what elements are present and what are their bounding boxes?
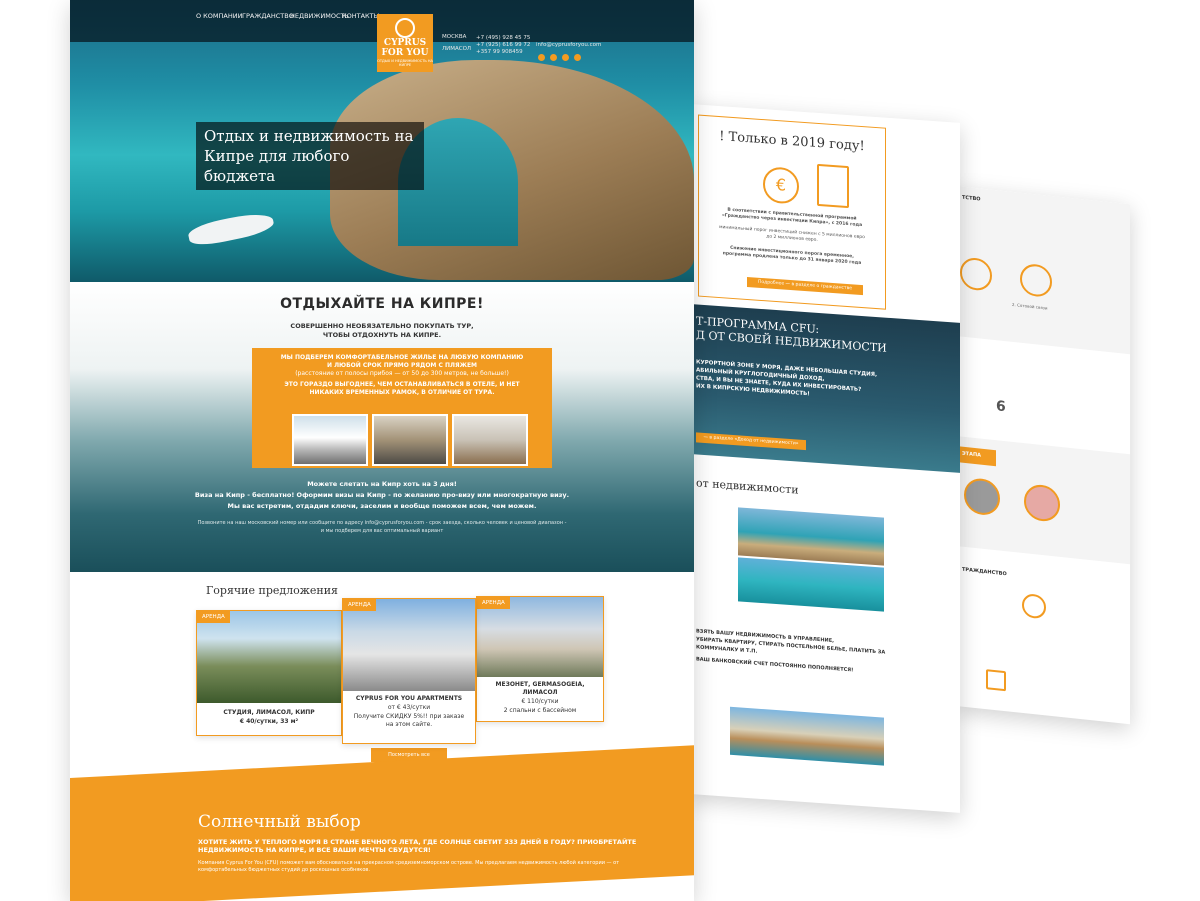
citizenship-more-button[interactable]: Подробнее — в разделе о гражданстве <box>747 276 863 296</box>
citizenship-title: ! Только в 2019 году! <box>719 129 865 155</box>
offer-card-tag: АРЕНДА <box>197 611 230 623</box>
investment-text: КУРОРТНОЙ ЗОНЕ У МОРЯ, ДАЖЕ НЕБОЛЬШАЯ СТ… <box>696 358 936 407</box>
offer-line-1: МЫ ПОДБЕРЕМ КОМФОРТАБЕЛЬНОЕ ЖИЛЬЕ НА ЛЮБ… <box>280 354 524 361</box>
offer-card-apartments[interactable]: АРЕНДА CYPRUS FOR YOU APARTMENTS от € 43… <box>342 598 476 744</box>
offer-card-maisonette[interactable]: АРЕНДА МЕЗОНЕТ, GERMASOGEIA, ЛИМАСОЛ € 1… <box>476 596 604 722</box>
offer-card-title: МЕЗОНЕТ, GERMASOGEIA, <box>495 681 585 688</box>
nav-property[interactable]: НЕДВИЖИМОСТЬ <box>290 12 349 20</box>
nav-citizenship[interactable]: ГРАЖДАНСТВО <box>242 12 294 20</box>
investment-more-button[interactable]: — в разделе «Доход от недвижимости» <box>696 432 806 451</box>
hot-offers-title: Горячие предложения <box>206 584 338 597</box>
offer-card-photo <box>477 597 603 677</box>
sunny-body-text: Компания Cyprus For You (CFU) поможет ва… <box>198 860 620 873</box>
rest-subtitle: СОВЕРШЕННО НЕОБЯЗАТЕЛЬНО ПОКУПАТЬ ТУР, Ч… <box>70 322 694 340</box>
citizenship-text-2: минимальный порог инвестиций снижен с 5 … <box>719 225 865 243</box>
investment-title: Т-ПРОГРАММА CFU: Д ОТ СВОЕЙ НЕДВИЖИМОСТИ <box>696 314 946 359</box>
rest-contact-note-1: Позвоните на наш московский номер или со… <box>197 520 567 526</box>
passport-icon <box>817 163 849 209</box>
logo[interactable]: CYPRUS FOR YOU ОТДЫХ И НЕДВИЖИМОСТЬ НА К… <box>377 14 433 72</box>
harbor-photo <box>730 706 884 766</box>
offer-card-price: € 40/сутки, 33 м² <box>239 718 299 725</box>
rest-footer-line-1: Можете слетать на Кипр хоть на 3 дня! <box>307 480 457 488</box>
rest-contact-note-2: и мы подберем для вас оптимальный вариан… <box>320 528 444 534</box>
back-page-number: 6 <box>996 398 1006 416</box>
phone-1[interactable]: +7 (495) 928 45 75 <box>476 35 530 41</box>
citizenship-text-3: Снижение инвестиционного порога временно… <box>722 245 862 266</box>
logo-line-1: CYPRUS <box>383 38 427 48</box>
phone-3[interactable]: +357 99 908459 <box>476 49 523 55</box>
nav-contacts[interactable]: КОНТАКТЫ <box>342 12 379 20</box>
rest-footer-line-3: Мы вас встретим, отдадим ключи, заселим … <box>227 502 537 510</box>
rest-subtitle-line-1: СОВЕРШЕННО НЕОБЯЗАТЕЛЬНО ПОКУПАТЬ ТУР, <box>290 322 474 330</box>
secondary-page: ! Только в 2019 году! € В соответствии с… <box>690 104 960 813</box>
offer-card-note: Получите СКИДКУ 5%!! при заказе <box>353 713 465 720</box>
offer-card-tag: АРЕНДА <box>343 599 376 611</box>
vk-icon[interactable] <box>538 54 545 61</box>
offer-line-5: НИКАКИХ ВРЕМЕННЫХ РАМОК, В ОТЛИЧИЕ ОТ ТУ… <box>309 389 495 396</box>
investment-program-section: Т-ПРОГРАММА CFU: Д ОТ СВОЕЙ НЕДВИЖИМОСТИ… <box>690 304 960 473</box>
email-link[interactable]: info@cyprusforyou.com <box>536 42 601 48</box>
rest-subtitle-line-2: ЧТОБЫ ОТДОХНУТЬ НА КИПРЕ. <box>322 331 442 339</box>
sunny-section-background <box>70 745 694 901</box>
offer-card-note: 2 спальни с бассейном <box>503 707 577 714</box>
euro-coin-icon: € <box>763 166 799 205</box>
citizenship-card: ! Только в 2019 году! € В соответствии с… <box>698 114 886 310</box>
globe-icon <box>1022 592 1046 620</box>
offer-card-photo <box>197 611 341 703</box>
globe-icon <box>395 18 415 38</box>
back-page-title-3: ТРАЖДАНСТВО <box>962 566 1007 578</box>
logo-tagline: ОТДЫХ И НЕДВИЖИМОСТЬ НА КИПРЕ <box>377 59 433 67</box>
offer-card-note-2: на этом сайте. <box>385 721 433 728</box>
beach-photo <box>738 557 884 612</box>
rest-footer-line-2: Виза на Кипр - бесплатно! Оформим визы н… <box>194 491 570 499</box>
contact-city-limassol: ЛИМАСОЛ <box>442 46 472 52</box>
sunny-subtitle: ХОТИТЕ ЖИТЬ У ТЕПЛОГО МОРЯ В СТРАНЕ ВЕЧН… <box>198 838 637 854</box>
offer-card-studio[interactable]: АРЕНДА СТУДИЯ, ЛИМАСОЛ, КИПР € 40/сутки,… <box>196 610 342 736</box>
boat-image <box>186 209 276 249</box>
instagram-icon[interactable] <box>574 54 581 61</box>
apartment-photo-2[interactable] <box>372 414 448 466</box>
offer-line-4: ЭТО ГОРАЗДО ВЫГОДНЕЕ, ЧЕМ ОСТАНАВЛИВАТЬС… <box>284 381 520 388</box>
nav-about[interactable]: О КОМПАНИИ <box>196 12 242 20</box>
offer-card-photo <box>343 599 475 691</box>
offer-card-tag: АРЕНДА <box>477 597 510 609</box>
offer-card-title: CYPRUS FOR YOU APARTMENTS <box>355 695 463 702</box>
contact-city-moscow: МОСКВА <box>442 34 467 40</box>
twitter-icon[interactable] <box>562 54 569 61</box>
tertiary-page: ТСТВО 2. Сотовой связи 6 ЭТАПА ТРАЖДАНСТ… <box>956 186 1130 725</box>
sunny-title: Солнечный выбор <box>198 812 361 832</box>
offer-card-price: от € 43/сутки <box>387 704 431 711</box>
logo-line-2: FOR YOU <box>381 48 429 58</box>
apartment-photo-3[interactable] <box>452 414 528 466</box>
income-title: от недвижимости <box>696 476 799 497</box>
phone-2[interactable]: +7 (925) 616 99 72 <box>476 42 530 48</box>
offer-line-3: (расстояние от полосы прибоя — от 50 до … <box>295 370 509 377</box>
passport-icon <box>986 669 1006 692</box>
arch-photo <box>738 507 884 566</box>
facebook-icon[interactable] <box>550 54 557 61</box>
offer-card-title: СТУДИЯ, ЛИМАСОЛ, КИПР <box>223 709 315 716</box>
rest-title: ОТДЫХАЙТЕ НА КИПРЕ! <box>280 296 484 312</box>
offer-card-price: € 110/сутки <box>521 698 559 705</box>
offer-card-title-2: ЛИМАСОЛ <box>522 689 558 696</box>
offer-line-2: И ЛЮБОЙ СРОК ПРЯМО РЯДОМ С ПЛЯЖЕМ <box>326 362 478 369</box>
main-landing-page: О КОМПАНИИ ГРАЖДАНСТВО НЕДВИЖИМОСТЬ КОНТ… <box>70 0 694 901</box>
apartment-photo-1[interactable] <box>292 414 368 466</box>
hero-title: Отдых и недвижимость на Кипре для любого… <box>196 122 424 190</box>
